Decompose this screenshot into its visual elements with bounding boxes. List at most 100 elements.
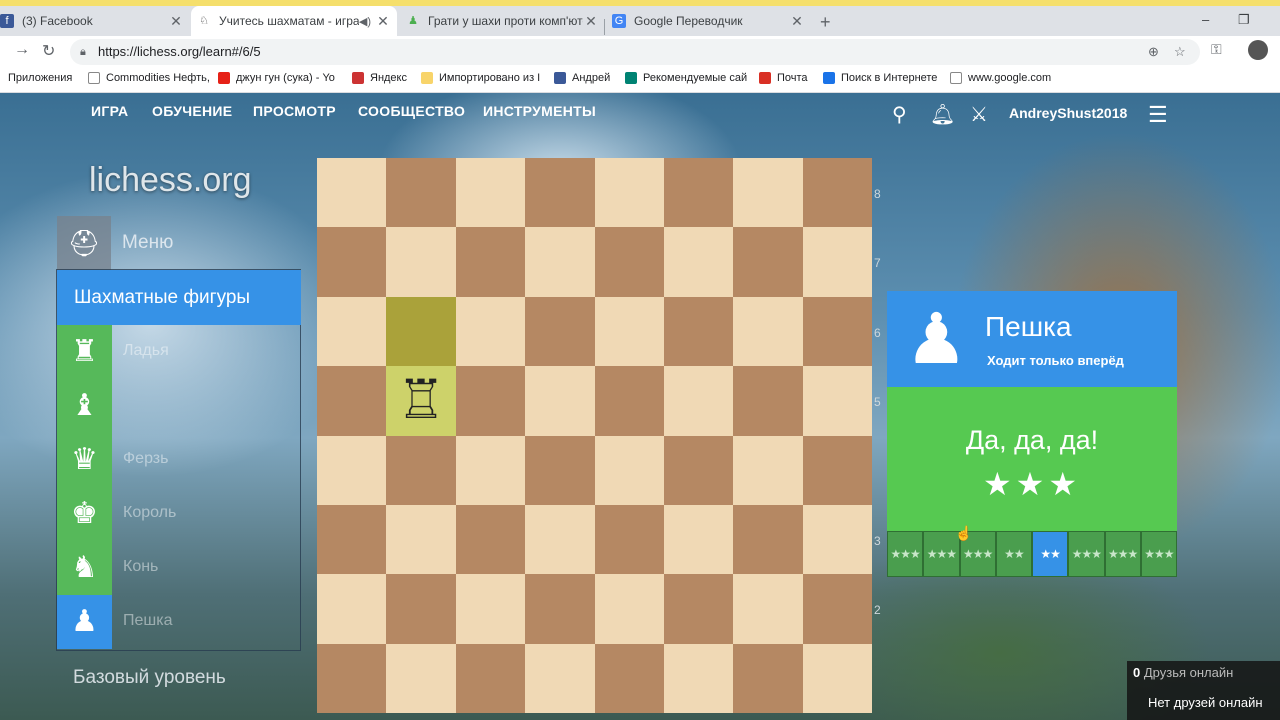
board-square-h8[interactable] (802, 158, 872, 228)
board-square-a7[interactable] (317, 227, 387, 297)
board-square-a4[interactable] (317, 435, 387, 505)
tab-chess-computer[interactable]: ♟ Грати у шахи проти комп'ютера ✕ (400, 6, 605, 36)
stage-step[interactable]: ★★★ (887, 531, 924, 577)
menu-label[interactable]: Меню (122, 232, 173, 254)
board-square-a8[interactable] (317, 158, 387, 228)
board-square-f8[interactable] (663, 158, 734, 228)
board-square-h1[interactable] (802, 643, 872, 713)
board-square-d8[interactable] (525, 158, 595, 228)
board-square-b4[interactable] (386, 435, 456, 505)
stage-step[interactable]: ★★★ (1140, 531, 1177, 577)
board-square-c3[interactable] (455, 504, 526, 575)
board-square-e5[interactable] (594, 366, 664, 436)
board-square-g1[interactable] (733, 643, 803, 713)
board-square-g5[interactable] (733, 366, 803, 436)
board-square-b2[interactable] (386, 574, 456, 644)
bookmark-imported[interactable]: Импортировано из I (421, 72, 540, 84)
board-square-a3[interactable] (317, 504, 387, 575)
board-square-d5[interactable] (525, 366, 595, 436)
board-square-a6[interactable] (317, 296, 387, 367)
board-square-h7[interactable] (802, 227, 872, 297)
board-square-e6[interactable] (594, 296, 664, 367)
board-square-g2[interactable] (733, 574, 803, 644)
bookmark-yandex[interactable]: Яндекс (352, 72, 407, 84)
board-square-e4[interactable] (594, 435, 664, 505)
board-square-e2[interactable] (594, 574, 664, 644)
board-square-g4[interactable] (733, 435, 803, 505)
friends-widget[interactable]: 0 Друзья онлайн Нет друзей онлайн (1127, 661, 1280, 720)
board-square-e1[interactable] (594, 643, 664, 713)
new-tab-button[interactable]: + (820, 12, 831, 33)
zoom-icon[interactable]: ⊕ (1148, 39, 1159, 65)
nav-community[interactable]: СООБЩЕСТВО (358, 103, 465, 119)
board-square-c6[interactable] (455, 296, 526, 367)
board-square-a2[interactable] (317, 574, 387, 644)
board-square-h5[interactable] (802, 366, 872, 436)
board-square-c8[interactable] (455, 158, 526, 228)
board-square-f2[interactable] (663, 574, 734, 644)
board-square-b1[interactable] (386, 643, 456, 713)
board-square-c7[interactable] (455, 227, 526, 297)
stage-step[interactable]: ★★★ (1068, 531, 1105, 577)
lesson-item-bishop[interactable]: ♝ (57, 379, 301, 433)
swords-icon[interactable]: ⚔ (970, 102, 988, 127)
board-square-d7[interactable] (525, 227, 595, 297)
tab-facebook[interactable]: f (3) Facebook ✕ (0, 6, 190, 36)
helmet-icon[interactable]: ⛑ (57, 216, 111, 270)
close-icon[interactable]: ✕ (375, 13, 391, 30)
close-icon[interactable]: ✕ (583, 13, 599, 30)
bell-icon[interactable]: 🔔︎ (930, 102, 955, 127)
board-square-g6[interactable] (733, 296, 803, 367)
board-square-b8[interactable] (386, 158, 456, 228)
stage-step[interactable]: ★★★ (1104, 531, 1141, 577)
stage-step[interactable]: ★★ (995, 531, 1032, 577)
star-icon[interactable]: ☆ (1174, 39, 1186, 65)
board-square-e3[interactable] (594, 504, 664, 575)
bookmark-search[interactable]: Поиск в Интернете (823, 72, 937, 84)
board-square-f1[interactable] (663, 643, 734, 713)
nav-play[interactable]: ИГРА (91, 103, 128, 119)
board-square-d2[interactable] (525, 574, 595, 644)
close-icon[interactable]: ✕ (168, 13, 184, 30)
hamburger-icon[interactable]: ☰ (1148, 102, 1168, 128)
bookmark-youtube[interactable]: джун гун (сука) - Yo (218, 72, 335, 84)
board-square-c4[interactable] (455, 435, 526, 505)
bookmark-recommended[interactable]: Рекомендуемые сай (625, 72, 747, 84)
rook-piece[interactable]: ♖ (386, 366, 455, 435)
avatar[interactable] (1248, 40, 1268, 60)
board-square-h2[interactable] (802, 574, 872, 644)
extension-icon[interactable]: ⚿ (1211, 41, 1222, 58)
bookmark-google[interactable]: www.google.com (950, 72, 1051, 84)
board-square-h3[interactable] (802, 504, 872, 575)
board-square-c1[interactable] (455, 643, 526, 713)
board-square-e8[interactable] (594, 158, 664, 228)
reload-icon[interactable]: ↻ (42, 41, 55, 61)
board-square-d1[interactable] (525, 643, 595, 713)
board-square-d4[interactable] (525, 435, 595, 505)
close-icon[interactable]: ✕ (789, 13, 805, 30)
nav-learn[interactable]: ОБУЧЕНИЕ (152, 103, 232, 119)
speaker-icon[interactable]: ◀) (359, 15, 371, 28)
board-square-f7[interactable] (663, 227, 734, 297)
bookmark-apps[interactable]: Приложения (8, 72, 72, 84)
board-square-a1[interactable] (317, 643, 387, 713)
lesson-item-king[interactable]: ♚ Король (57, 487, 301, 541)
lesson-item-queen[interactable]: ♛ Ферзь (57, 433, 301, 487)
board-square-a5[interactable] (317, 366, 387, 436)
board-square-c2[interactable] (455, 574, 526, 644)
nav-tools[interactable]: ИНСТРУМЕНТЫ (483, 103, 596, 119)
nav-watch[interactable]: ПРОСМОТР (253, 103, 336, 119)
board-square-b6[interactable] (386, 296, 456, 367)
maximize-button[interactable]: ❐ (1238, 12, 1250, 28)
logo[interactable]: lichess.org (89, 161, 252, 200)
board-square-g8[interactable] (733, 158, 803, 228)
board-square-f5[interactable] (663, 366, 734, 436)
bookmark-commodities[interactable]: Commodities Нефть, (88, 72, 210, 84)
tab-lichess[interactable]: ♘ Учитесь шахматам - играя! ◀) ✕ (191, 6, 397, 36)
tab-google-translate[interactable]: G Google Переводчик ✕ (606, 6, 811, 36)
board-square-d3[interactable] (525, 504, 595, 575)
result-body[interactable]: Да, да, да! ★★★ (887, 387, 1177, 531)
lesson-item-pawn[interactable]: ♟ Пешка (57, 595, 301, 649)
forward-icon[interactable]: → (14, 41, 30, 59)
chess-board[interactable]: ♖ (317, 158, 872, 713)
